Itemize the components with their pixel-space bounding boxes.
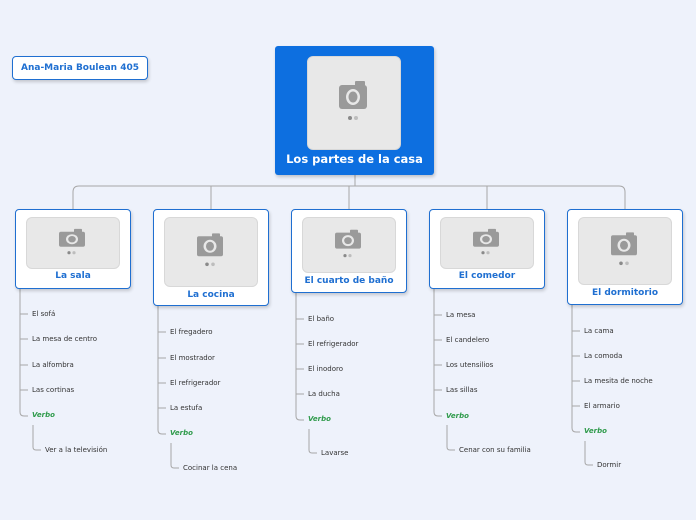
image-placeholder: [302, 217, 396, 273]
card-title: El comedor: [458, 271, 516, 281]
image-placeholder: [578, 217, 672, 285]
camera-icon: [335, 229, 361, 258]
verb-item[interactable]: Cocinar la cena: [183, 464, 237, 472]
card-title: El dormitorio: [591, 288, 659, 298]
verb-label[interactable]: Verbo: [170, 429, 193, 437]
list-item[interactable]: El candelero: [446, 336, 489, 344]
list-item[interactable]: El refrigerador: [170, 379, 220, 387]
room-card-cocina[interactable]: La cocina: [153, 209, 269, 306]
list-item[interactable]: El armario: [584, 402, 620, 410]
list-item[interactable]: La alfombra: [32, 361, 74, 369]
list-item[interactable]: El baño: [308, 315, 334, 323]
list-item[interactable]: El sofá: [32, 310, 55, 318]
verb-item[interactable]: Ver a la televisión: [45, 446, 107, 454]
list-item[interactable]: La ducha: [308, 390, 340, 398]
card-title: La sala: [55, 271, 91, 281]
camera-icon: [59, 228, 85, 255]
root-title: Los partes de la casa: [286, 152, 423, 166]
list-item[interactable]: La estufa: [170, 404, 202, 412]
verb-label[interactable]: Verbo: [308, 415, 331, 423]
list-item[interactable]: La cama: [584, 327, 614, 335]
list-item[interactable]: Las cortinas: [32, 386, 74, 394]
image-placeholder: [307, 56, 401, 150]
verb-item[interactable]: Dormir: [597, 461, 621, 469]
verb-item[interactable]: Lavarse: [321, 449, 348, 457]
camera-icon: [473, 228, 499, 255]
image-placeholder: [26, 217, 120, 269]
camera-icon: [197, 233, 223, 267]
card-title: El cuarto de baño: [304, 276, 394, 286]
room-card-comedor[interactable]: El comedor: [429, 209, 545, 289]
room-card-dormitorio[interactable]: El dormitorio: [567, 209, 683, 305]
list-item[interactable]: La mesa de centro: [32, 335, 97, 343]
image-placeholder: [440, 217, 534, 269]
verb-item[interactable]: Cenar con su familia: [459, 446, 531, 454]
camera-icon: [611, 232, 637, 266]
room-card-bano[interactable]: El cuarto de baño: [291, 209, 407, 293]
list-item[interactable]: El inodoro: [308, 365, 343, 373]
list-item[interactable]: Las sillas: [446, 386, 477, 394]
list-item[interactable]: El refrigerador: [308, 340, 358, 348]
verb-label[interactable]: Verbo: [584, 427, 607, 435]
verb-label[interactable]: Verbo: [446, 412, 469, 420]
verb-label[interactable]: Verbo: [32, 411, 55, 419]
card-title: La cocina: [187, 290, 235, 300]
list-item[interactable]: La comoda: [584, 352, 622, 360]
list-item[interactable]: El mostrador: [170, 354, 215, 362]
room-card-sala[interactable]: La sala: [15, 209, 131, 289]
image-placeholder: [164, 217, 258, 287]
author-label[interactable]: Ana-Maria Boulean 405: [12, 56, 148, 80]
list-item[interactable]: El fregadero: [170, 328, 213, 336]
list-item[interactable]: La mesa: [446, 311, 475, 319]
camera-icon: [339, 81, 367, 120]
list-item[interactable]: Los utensilios: [446, 361, 493, 369]
list-item[interactable]: La mesita de noche: [584, 377, 653, 385]
root-node[interactable]: Los partes de la casa: [275, 46, 434, 175]
